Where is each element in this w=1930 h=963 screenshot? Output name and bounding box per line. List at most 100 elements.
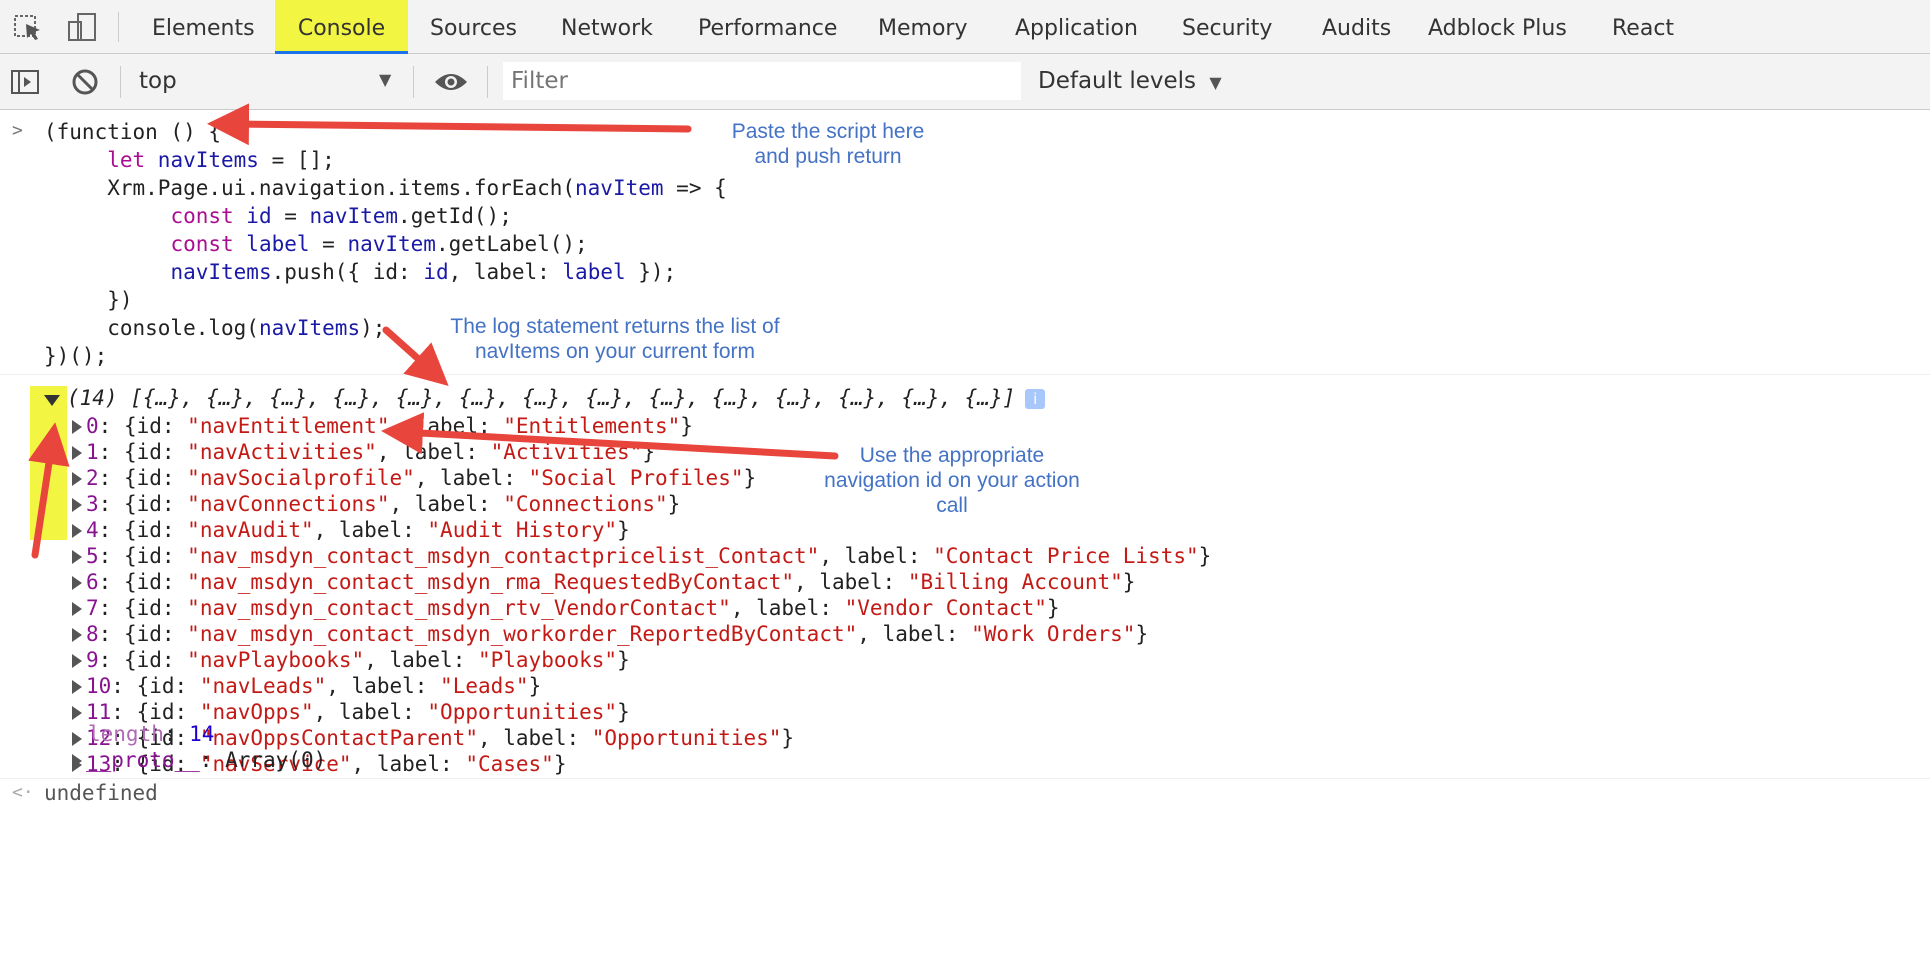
expand-triangle-icon[interactable] [72, 602, 82, 616]
proto-property[interactable]: __proto__: Array(0) [72, 746, 326, 774]
chevron-down-icon: ▼ [1209, 73, 1222, 92]
clear-console-icon[interactable] [70, 67, 100, 97]
item-label: "Contact Price Lists" [933, 544, 1199, 568]
tab-memory[interactable]: Memory [856, 0, 989, 54]
item-id: "navAudit" [187, 518, 314, 542]
default-levels-dropdown[interactable]: Default levels ▼ [1038, 68, 1222, 94]
array-item-row[interactable]: 8: {id: "nav_msdyn_contact_msdyn_workord… [72, 620, 1148, 648]
expand-triangle-icon[interactable] [72, 628, 82, 642]
expand-triangle-icon[interactable] [72, 732, 82, 746]
item-index: 0 [86, 414, 99, 438]
array-item-row[interactable]: 1: {id: "navActivities", label: "Activit… [72, 438, 655, 466]
item-index: 6 [86, 570, 99, 594]
array-item-row[interactable]: 6: {id: "nav_msdyn_contact_msdyn_rma_Req… [72, 568, 1135, 596]
item-id: "navConnections" [187, 492, 390, 516]
item-id: "navPlaybooks" [187, 648, 365, 672]
code-line: const label = navItem.getLabel(); [170, 232, 588, 256]
item-index: 5 [86, 544, 99, 568]
filter-input[interactable] [503, 62, 1021, 100]
expand-highlight [30, 386, 67, 540]
item-label: "Work Orders" [971, 622, 1136, 646]
item-id: "navActivities" [187, 440, 377, 464]
context-selector-value: top [139, 68, 177, 94]
code-line: navItems.push({ id: id, label: label }); [170, 260, 677, 284]
item-id: "navSocialprofile" [187, 466, 415, 490]
info-icon[interactable]: i [1025, 389, 1046, 409]
expand-triangle-icon[interactable] [72, 576, 82, 590]
console-output: > (function () { let navItems = []; Xrm.… [0, 110, 1930, 963]
console-toolbar: top ▼ Default levels ▼ [0, 54, 1930, 110]
item-index: 4 [86, 518, 99, 542]
item-index: 10 [86, 674, 112, 698]
message-divider [0, 374, 1930, 375]
context-selector[interactable]: top ▼ [139, 68, 399, 94]
array-summary[interactable]: (14) [{…}, {…}, {…}, {…}, {…}, {…}, {…},… [67, 384, 1046, 412]
result-arrow-icon: <· [12, 782, 34, 803]
array-item-row[interactable]: 10: {id: "navLeads", label: "Leads"} [72, 672, 541, 700]
annotation-paste: Paste the script here and push return [731, 120, 925, 168]
expand-triangle-icon[interactable] [72, 420, 82, 434]
expand-triangle-icon[interactable] [44, 395, 60, 406]
tab-sources[interactable]: Sources [408, 0, 539, 54]
array-item-row[interactable]: 2: {id: "navSocialprofile", label: "Soci… [72, 464, 756, 492]
code-line: })(); [44, 344, 108, 368]
item-index: 7 [86, 596, 99, 620]
tab-audits[interactable]: Audits [1300, 0, 1413, 54]
item-label: "Billing Account" [907, 570, 1123, 594]
array-item-row[interactable]: 3: {id: "navConnections", label: "Connec… [72, 490, 680, 518]
code-line: console.log(navItems); [107, 316, 386, 340]
expand-triangle-icon[interactable] [72, 524, 82, 538]
tab-react[interactable]: React [1590, 0, 1696, 54]
tab-network[interactable]: Network [539, 0, 675, 54]
return-value: undefined [44, 781, 158, 805]
eye-icon[interactable] [433, 69, 469, 95]
expand-triangle-icon[interactable] [72, 472, 82, 486]
expand-triangle-icon[interactable] [72, 680, 82, 694]
expand-triangle-icon[interactable] [72, 754, 82, 768]
expand-triangle-icon[interactable] [72, 550, 82, 564]
expand-triangle-icon[interactable] [72, 654, 82, 668]
item-id: "navLeads" [199, 674, 327, 698]
item-index: 3 [86, 492, 99, 516]
array-item-row[interactable]: 0: {id: "navEntitlement", label: "Entitl… [72, 412, 693, 440]
sidebar-toggle-icon[interactable] [10, 68, 42, 96]
annotation-log: The log statement returns the list of nav… [450, 315, 780, 363]
item-label: "Leads" [440, 674, 529, 698]
array-item-row[interactable]: 4: {id: "navAudit", label: "Audit Histor… [72, 516, 630, 544]
item-id: "nav_msdyn_contact_msdyn_rma_RequestedBy… [187, 570, 795, 594]
device-toggle-icon[interactable] [66, 12, 100, 42]
tab-console[interactable]: Console [275, 0, 408, 54]
item-label: "Social Profiles" [528, 466, 744, 490]
item-index: 9 [86, 648, 99, 672]
code-line: }) [107, 288, 133, 312]
expand-triangle-icon[interactable] [72, 446, 82, 460]
chevron-down-icon: ▼ [379, 70, 392, 89]
toolbar-separator [487, 66, 488, 98]
array-item-row[interactable]: 5: {id: "nav_msdyn_contact_msdyn_contact… [72, 542, 1211, 570]
tab-application[interactable]: Application [993, 0, 1160, 54]
item-index: 8 [86, 622, 99, 646]
code-line: let navItems = []; [107, 148, 335, 172]
expand-triangle-icon[interactable] [72, 498, 82, 512]
code-line: Xrm.Page.ui.navigation.items.forEach(nav… [107, 176, 727, 200]
tab-security[interactable]: Security [1160, 0, 1294, 54]
code-line: const id = navItem.getId(); [170, 204, 512, 228]
item-index: 1 [86, 440, 99, 464]
item-label: "Opportunities" [591, 726, 782, 750]
item-id: "navOpps" [199, 700, 314, 724]
expand-triangle-icon[interactable] [72, 706, 82, 720]
tab-adblock-plus[interactable]: Adblock Plus [1406, 0, 1589, 54]
item-label: "Audit History" [427, 518, 618, 542]
toolbar-separator [413, 66, 414, 98]
item-label: "Playbooks" [477, 648, 618, 672]
tab-performance[interactable]: Performance [676, 0, 859, 54]
inspect-icon[interactable] [12, 12, 46, 42]
tab-elements[interactable]: Elements [130, 0, 277, 54]
item-label: "Entitlements" [503, 414, 681, 438]
array-item-row[interactable]: 9: {id: "navPlaybooks", label: "Playbook… [72, 646, 630, 674]
item-id: "nav_msdyn_contact_msdyn_rtv_VendorConta… [187, 596, 731, 620]
toolbar-separator [120, 66, 121, 98]
tab-bar-separator [118, 12, 119, 42]
item-id: "nav_msdyn_contact_msdyn_workorder_Repor… [187, 622, 858, 646]
array-item-row[interactable]: 7: {id: "nav_msdyn_contact_msdyn_rtv_Ven… [72, 594, 1060, 622]
